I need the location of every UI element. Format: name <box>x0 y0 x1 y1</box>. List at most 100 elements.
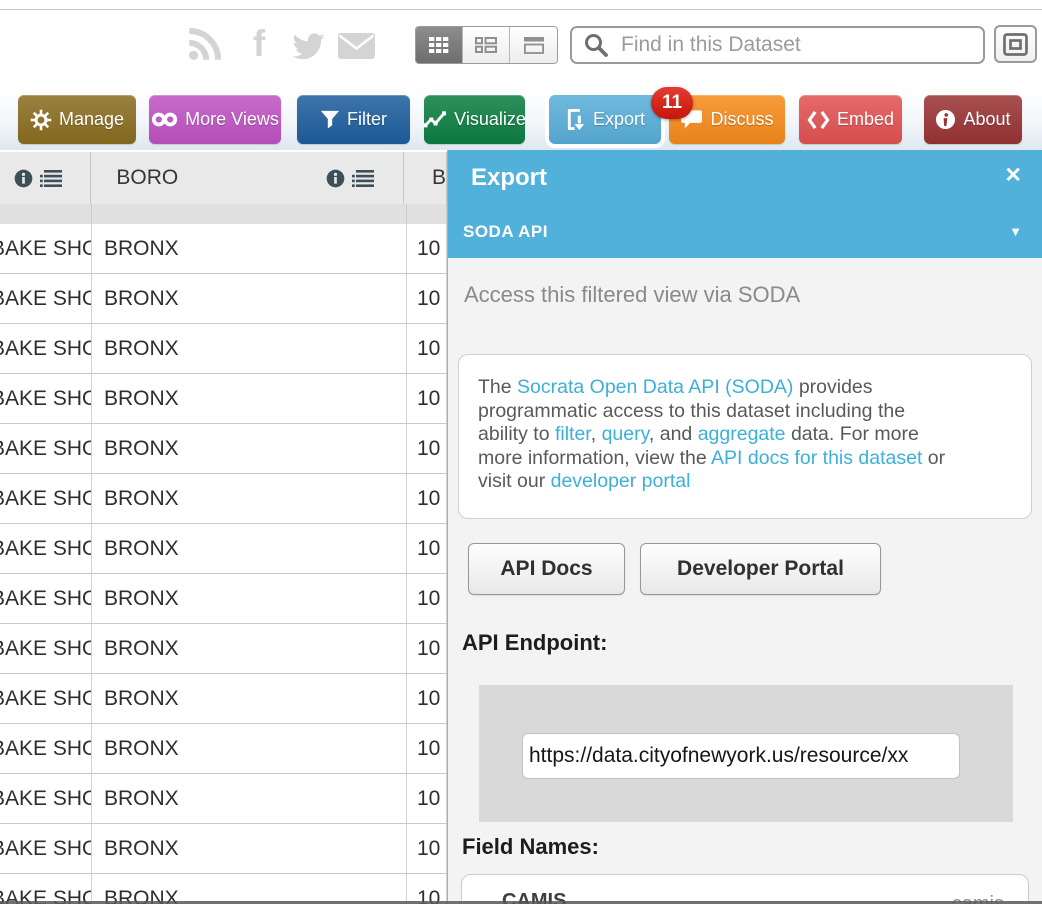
cell-boro[interactable]: BRONX <box>92 224 407 273</box>
cell-building[interactable]: 10 <box>407 824 447 873</box>
cell-building[interactable]: 10 <box>407 324 447 373</box>
table-row[interactable]: BAKE SHOPBRONX10 <box>0 624 447 674</box>
table-row[interactable]: BAKE SHOPBRONX10 <box>0 524 447 574</box>
filter-button[interactable]: Filter <box>297 95 410 144</box>
table-row[interactable]: BAKE SHOPBRONX10 <box>0 874 447 904</box>
email-icon[interactable] <box>338 33 375 59</box>
soda-description-link[interactable]: filter <box>555 423 591 445</box>
visualize-button[interactable]: Visualize <box>424 95 525 144</box>
table-row[interactable]: BAKE SHOPBRONX10 <box>0 274 447 324</box>
cell-boro[interactable]: BRONX <box>92 874 407 904</box>
cell-boro[interactable]: BRONX <box>92 674 407 723</box>
column-title: BORO <box>116 166 178 190</box>
cell-boro[interactable]: BRONX <box>92 274 407 323</box>
cell-building[interactable]: 10 <box>407 874 447 904</box>
table-row[interactable]: BAKE SHOPBRONX10 <box>0 824 447 874</box>
column-info-icon[interactable] <box>326 169 345 188</box>
table-row[interactable]: BAKE SHOPBRONX10 <box>0 724 447 774</box>
cell-dba[interactable]: BAKE SHOP <box>0 374 92 423</box>
table-row[interactable]: BAKE SHOPBRONX10 <box>0 774 447 824</box>
cell-building[interactable]: 10 <box>407 524 447 573</box>
soda-description-link[interactable]: developer portal <box>551 470 691 492</box>
cell-dba[interactable]: BAKE SHOP <box>0 224 92 273</box>
cell-building[interactable]: 10 <box>407 424 447 473</box>
cell-boro[interactable]: BRONX <box>92 624 407 673</box>
cell-building[interactable]: 10 <box>407 574 447 623</box>
cell-boro[interactable]: BRONX <box>92 524 407 573</box>
api-docs-button[interactable]: API Docs <box>468 543 625 595</box>
soda-description-text: The <box>478 376 517 398</box>
soda-description-link[interactable]: Socrata Open Data API (SODA) <box>517 376 793 398</box>
cell-building[interactable]: 10 <box>407 474 447 523</box>
column-info-icon[interactable] <box>14 169 33 188</box>
soda-description-link[interactable]: aggregate <box>698 423 786 445</box>
soda-description-link[interactable]: API docs for this dataset <box>711 447 922 469</box>
top-divider <box>0 9 1042 10</box>
cell-dba[interactable]: BAKE SHOP <box>0 274 92 323</box>
column-header-building[interactable]: B <box>404 152 447 204</box>
cell-dba[interactable]: BAKE SHOP <box>0 624 92 673</box>
cell-dba[interactable]: BAKE SHOP <box>0 774 92 823</box>
table-view-toggle[interactable] <box>416 27 463 63</box>
cell-dba[interactable]: BAKE SHOP <box>0 824 92 873</box>
export-panel: Export ✕ SODA API ▼ Access this filtered… <box>447 150 1042 904</box>
column-header-boro[interactable]: BORO <box>91 152 404 204</box>
search-input[interactable] <box>609 33 983 57</box>
column-header-dba[interactable] <box>0 152 91 204</box>
soda-description-link[interactable]: query <box>602 423 649 445</box>
soda-description-text: ability to <box>478 423 555 445</box>
table-row[interactable]: BAKE SHOPBRONX10 <box>0 424 447 474</box>
cell-building[interactable]: 10 <box>407 674 447 723</box>
toolbar-button-label: Filter <box>347 109 387 130</box>
rss-icon[interactable] <box>186 26 223 63</box>
twitter-icon[interactable] <box>288 31 326 62</box>
code-brackets-icon <box>807 110 830 130</box>
cell-dba[interactable]: BAKE SHOP <box>0 424 92 473</box>
chevron-down-icon[interactable]: ▼ <box>1009 224 1022 239</box>
table-row[interactable]: BAKE SHOPBRONX10 <box>0 224 447 274</box>
cell-building[interactable]: 10 <box>407 274 447 323</box>
fullscreen-button[interactable] <box>994 25 1037 63</box>
cell-dba[interactable]: BAKE SHOP <box>0 874 92 904</box>
cell-dba[interactable]: BAKE SHOP <box>0 324 92 373</box>
manage-button[interactable]: Manage <box>18 95 136 144</box>
more-views-button[interactable]: More Views <box>149 95 281 144</box>
column-menu-icon[interactable] <box>352 170 374 187</box>
export-button[interactable]: Export <box>549 95 661 144</box>
cell-boro[interactable]: BRONX <box>92 724 407 773</box>
cell-boro[interactable]: BRONX <box>92 774 407 823</box>
table-row[interactable]: BAKE SHOPBRONX10 <box>0 474 447 524</box>
developer-portal-button[interactable]: Developer Portal <box>640 543 881 595</box>
cell-dba[interactable]: BAKE SHOP <box>0 474 92 523</box>
cell-boro[interactable]: BRONX <box>92 824 407 873</box>
toolbar-button-label: Embed <box>837 109 894 130</box>
cell-dba[interactable]: BAKE SHOP <box>0 574 92 623</box>
table-row[interactable]: BAKE SHOPBRONX10 <box>0 574 447 624</box>
cell-dba[interactable]: BAKE SHOP <box>0 524 92 573</box>
cell-building[interactable]: 10 <box>407 624 447 673</box>
cell-building[interactable]: 10 <box>407 774 447 823</box>
cell-dba[interactable]: BAKE SHOP <box>0 724 92 773</box>
table-row[interactable]: BAKE SHOPBRONX10 <box>0 674 447 724</box>
cell-boro[interactable]: BRONX <box>92 324 407 373</box>
cell-building[interactable]: 10 <box>407 224 447 273</box>
api-endpoint-input[interactable] <box>522 733 960 779</box>
api-endpoint-box <box>479 685 1013 822</box>
cell-boro[interactable]: BRONX <box>92 424 407 473</box>
embed-button[interactable]: Embed <box>799 95 902 144</box>
close-icon[interactable]: ✕ <box>1004 163 1022 188</box>
soda-api-section-header[interactable]: SODA API ▼ <box>448 212 1042 258</box>
cell-building[interactable]: 10 <box>407 374 447 423</box>
cell-boro[interactable]: BRONX <box>92 374 407 423</box>
cell-boro[interactable]: BRONX <box>92 474 407 523</box>
table-row[interactable]: BAKE SHOPBRONX10 <box>0 374 447 424</box>
column-menu-icon[interactable] <box>40 170 62 187</box>
table-row[interactable]: BAKE SHOPBRONX10 <box>0 324 447 374</box>
page-view-toggle[interactable] <box>510 27 557 63</box>
cell-building[interactable]: 10 <box>407 724 447 773</box>
cell-boro[interactable]: BRONX <box>92 574 407 623</box>
facebook-icon[interactable]: f <box>253 26 265 62</box>
fatrow-view-toggle[interactable] <box>463 27 510 63</box>
about-button[interactable]: About <box>924 95 1022 144</box>
cell-dba[interactable]: BAKE SHOP <box>0 674 92 723</box>
